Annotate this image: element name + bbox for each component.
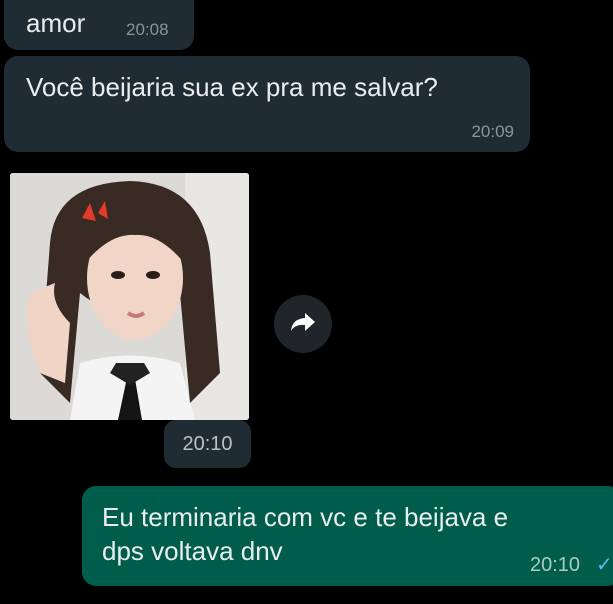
image-timestamp: 20:10 (164, 420, 251, 468)
forward-arrow-icon (289, 311, 317, 338)
message-bubble-incoming[interactable]: Você beijaria sua ex pra me salvar? 20:0… (4, 56, 530, 152)
photo-image (10, 173, 249, 420)
message-text: amor (26, 8, 86, 38)
message-timestamp: 20:09 (471, 122, 514, 141)
image-message[interactable] (10, 173, 249, 420)
single-check-icon: ✓ (596, 554, 613, 576)
message-text: Você beijaria sua ex pra me salvar? (26, 72, 438, 102)
message-timestamp: 20:08 (126, 20, 169, 39)
message-text: Eu terminaria com vc e te beijava e dps … (102, 502, 509, 566)
message-timestamp: 20:10 (530, 554, 581, 576)
forward-button[interactable] (274, 295, 332, 353)
message-bubble-outgoing[interactable]: Eu terminaria com vc e te beijava e dps … (82, 486, 613, 586)
message-bubble-incoming[interactable]: amor 20:08 (4, 0, 194, 50)
